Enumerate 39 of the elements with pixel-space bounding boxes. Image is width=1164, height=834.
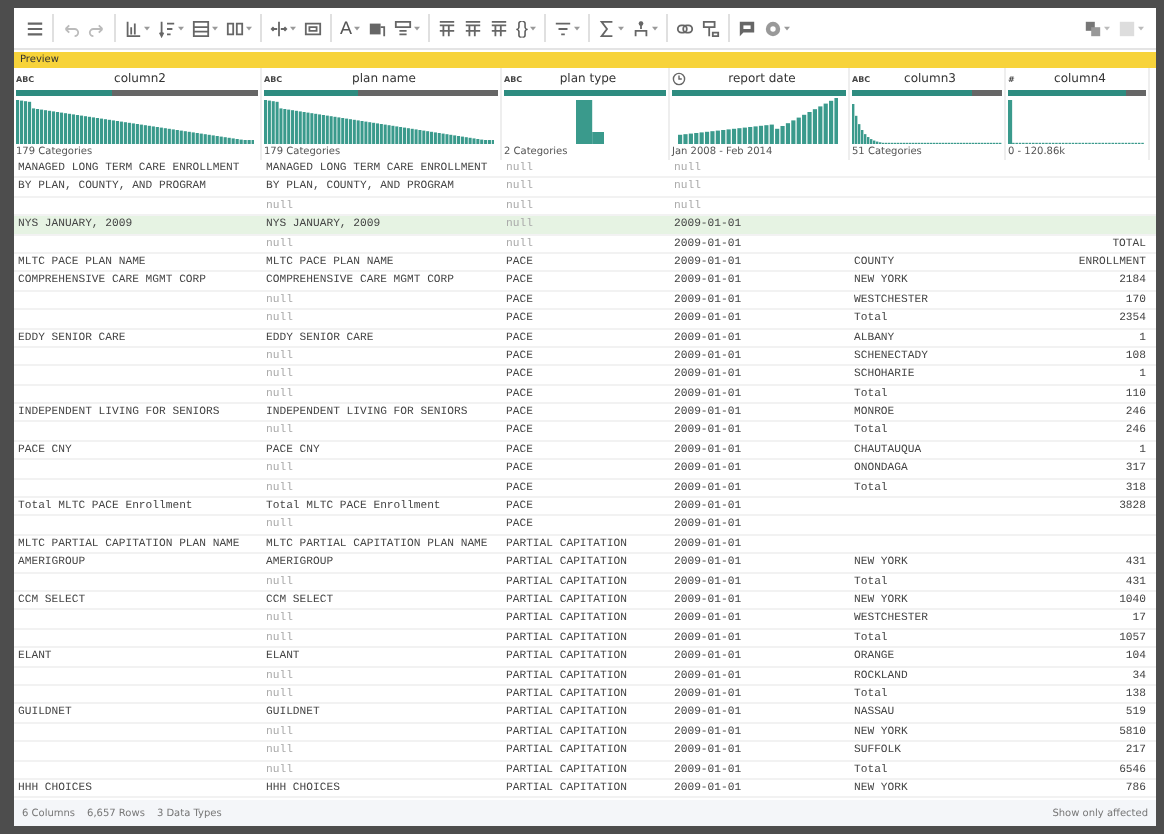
chart-icon <box>124 19 142 37</box>
caret-icon <box>618 25 625 31</box>
comment-icon <box>738 19 757 37</box>
format-button[interactable]: A <box>336 14 365 42</box>
rows-icon <box>192 19 210 37</box>
grid-icon <box>438 19 457 37</box>
caret-icon <box>652 25 659 31</box>
caret-icon <box>178 25 184 31</box>
redo-icon <box>88 19 106 37</box>
split-icon <box>270 19 288 37</box>
undo-icon <box>62 19 80 37</box>
caret-icon <box>530 25 537 31</box>
caret-icon <box>144 25 150 31</box>
copy-icon <box>1084 19 1102 37</box>
format-button[interactable]: {} <box>512 14 541 42</box>
menu-icon <box>26 19 44 37</box>
clock-icon <box>672 72 686 86</box>
grid-icon <box>464 19 483 37</box>
caret-icon <box>246 25 252 31</box>
caret-icon <box>784 25 791 31</box>
histogram-drawing <box>575 100 605 144</box>
caret-icon <box>1138 25 1144 31</box>
caret-icon <box>414 25 421 31</box>
sum-icon <box>598 19 617 37</box>
quality-bar <box>1008 90 1146 96</box>
frame-icon <box>304 19 322 37</box>
filter-icon <box>554 19 573 37</box>
caret-icon <box>212 25 218 31</box>
square-icon <box>1118 19 1136 37</box>
caret-icon <box>1104 25 1110 31</box>
caret-icon <box>290 25 296 31</box>
grid-icon <box>490 19 509 37</box>
target-icon <box>764 19 783 37</box>
align-icon <box>394 19 413 37</box>
link-icon <box>676 19 695 37</box>
caret-icon <box>354 25 361 31</box>
caret-icon <box>574 25 581 31</box>
sort-icon <box>158 19 176 37</box>
columns-icon <box>226 19 244 37</box>
